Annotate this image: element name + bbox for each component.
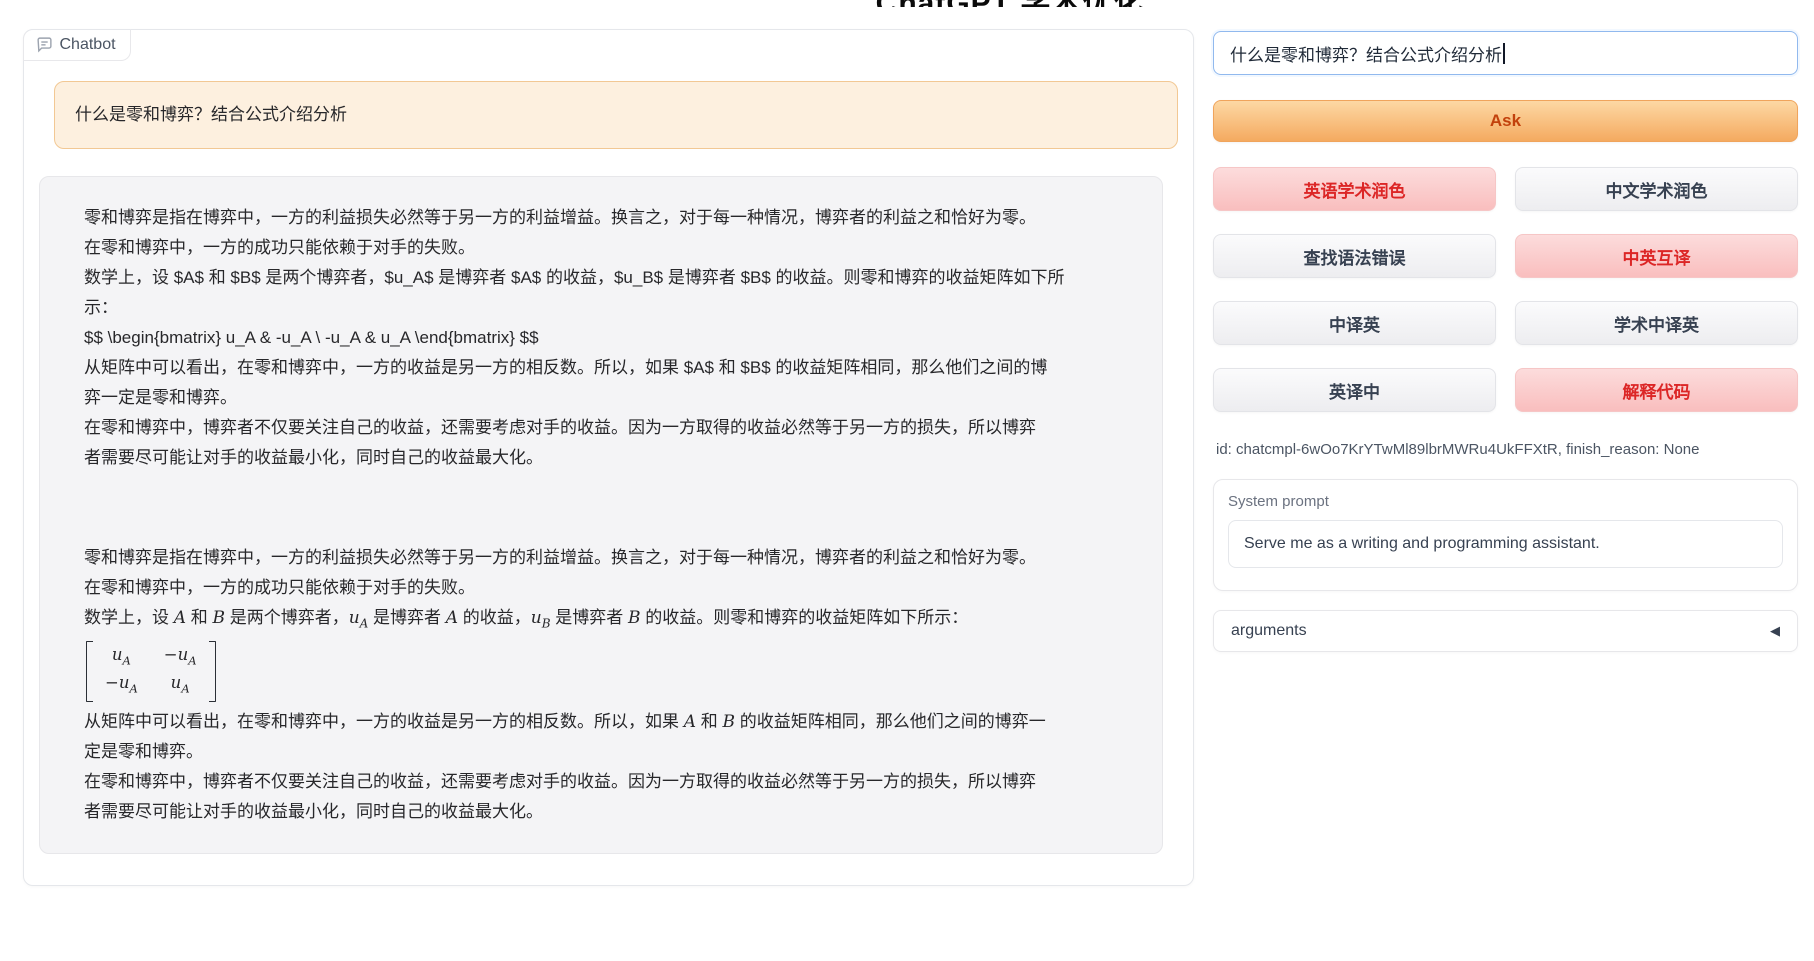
bot-line: 在零和博弈中，博弈者不仅要关注自己的收益，还需要考虑对手的收益。因为一方取得的收… (84, 413, 1122, 443)
chatbot-panel: Chatbot 什么是零和博弈？结合公式介绍分析 零和博弈是指在博弈中，一方的利… (23, 29, 1194, 886)
button-chinese-academic-polish[interactable]: 中文学术润色 (1515, 167, 1798, 211)
button-find-grammar-errors[interactable]: 查找语法错误 (1213, 234, 1496, 278)
bot-line: 示： (84, 293, 1122, 323)
math-var: A (174, 608, 186, 628)
bot-line: 在零和博弈中，一方的成功只能依赖于对手的失败。 (84, 233, 1122, 263)
completion-status-text: id: chatcmpl-6wOo7KrYTwMl89lbrMWRu4UkFFX… (1213, 441, 1798, 458)
math-var: uB (531, 608, 551, 628)
arguments-accordion-label: arguments (1231, 622, 1307, 640)
button-zh-en-mutual-translate[interactable]: 中英互译 (1515, 234, 1798, 278)
system-prompt-value: Serve me as a writing and programming as… (1244, 535, 1600, 553)
controls-column: 什么是零和博弈？结合公式介绍分析 Ask 英语学术润色 中文学术润色 查找语法错… (1213, 31, 1798, 652)
system-prompt-input[interactable]: Serve me as a writing and programming as… (1228, 520, 1783, 568)
button-en-to-zh[interactable]: 英译中 (1213, 368, 1496, 412)
matrix-cell: −uA (164, 644, 197, 671)
text-cursor (1503, 43, 1505, 64)
chat-bubble-icon (36, 36, 53, 53)
system-prompt-card: System prompt Serve me as a writing and … (1213, 479, 1798, 591)
bot-message-bubble: 零和博弈是指在博弈中，一方的利益损失必然等于另一方的利益增益。换言之，对于每一种… (39, 176, 1163, 854)
user-message-text: 什么是零和博弈？结合公式介绍分析 (75, 100, 1157, 130)
math-var: uA (349, 608, 369, 628)
bot-line: 从矩阵中可以看出，在零和博弈中，一方的收益是另一方的相反数。所以，如果 $A$ … (84, 353, 1122, 383)
rendered-matrix: uA −uA −uA uA (84, 638, 1122, 707)
button-zh-to-en[interactable]: 中译英 (1213, 301, 1496, 345)
math-var: B (722, 712, 735, 732)
bot-line: 数学上，设 $A$ 和 $B$ 是两个博弈者，$u_A$ 是博弈者 $A$ 的收… (84, 263, 1122, 293)
math-var: A (446, 608, 458, 628)
chatbot-label-text: Chatbot (60, 36, 116, 54)
accordion-collapse-arrow-icon: ◀ (1770, 623, 1780, 639)
bot-line: 零和博弈是指在博弈中，一方的利益损失必然等于另一方的利益增益。换言之，对于每一种… (84, 203, 1122, 233)
button-explain-code[interactable]: 解释代码 (1515, 368, 1798, 412)
chat-message-list: 什么是零和博弈？结合公式介绍分析 零和博弈是指在博弈中，一方的利益损失必然等于另… (24, 30, 1193, 885)
bot-line: 者需要尽可能让对手的收益最小化，同时自己的收益最大化。 (84, 797, 1122, 827)
button-academic-zh-to-en[interactable]: 学术中译英 (1515, 301, 1798, 345)
bot-line: 者需要尽可能让对手的收益最小化，同时自己的收益最大化。 (84, 443, 1122, 473)
question-input-value: 什么是零和博弈？结合公式介绍分析 (1230, 41, 1502, 66)
bot-line: 定是零和博弈。 (84, 737, 1122, 767)
bot-latex-source-line: $$ \begin{bmatrix} u_A & -u_A \ -u_A & u… (84, 323, 1122, 353)
user-message-bubble: 什么是零和博弈？结合公式介绍分析 (54, 81, 1178, 149)
ask-button[interactable]: Ask (1213, 100, 1798, 142)
app-root: ChatGPT 学术优化 Chatbot 什么是零和博弈？结合公式介绍分析 零和… (0, 0, 1814, 961)
bot-line: 在零和博弈中，博弈者不仅要关注自己的收益，还需要考虑对手的收益。因为一方取得的收… (84, 767, 1122, 797)
math-var: B (628, 608, 641, 628)
function-button-grid: 英语学术润色 中文学术润色 查找语法错误 中英互译 中译英 学术中译英 英译中 … (1213, 167, 1798, 412)
bot-line: 弈一定是零和博弈。 (84, 383, 1122, 413)
math-var: B (212, 608, 225, 628)
bot-line: 在零和博弈中，一方的成功只能依赖于对手的失败。 (84, 573, 1122, 603)
bot-line: 从矩阵中可以看出，在零和博弈中，一方的收益是另一方的相反数。所以，如果 A 和 … (84, 707, 1122, 737)
matrix-cell: uA (105, 644, 138, 671)
matrix-right-bracket (209, 641, 216, 702)
bot-math-line: 数学上，设 A 和 B 是两个博弈者，uA 是博弈者 A 的收益，uB 是博弈者… (84, 603, 1122, 638)
button-english-academic-polish[interactable]: 英语学术润色 (1213, 167, 1496, 211)
system-prompt-label: System prompt (1228, 493, 1783, 510)
partial-page-title: ChatGPT 学术优化 (860, 0, 1160, 7)
matrix-left-bracket (86, 641, 93, 702)
matrix-cell: uA (164, 672, 197, 699)
matrix-cell: −uA (105, 672, 138, 699)
math-var: A (684, 712, 696, 732)
question-input[interactable]: 什么是零和博弈？结合公式介绍分析 (1213, 31, 1798, 75)
arguments-accordion[interactable]: arguments ◀ (1213, 610, 1798, 652)
chatbot-label: Chatbot (23, 29, 131, 61)
bot-line: 零和博弈是指在博弈中，一方的利益损失必然等于另一方的利益增益。换言之，对于每一种… (84, 543, 1122, 573)
